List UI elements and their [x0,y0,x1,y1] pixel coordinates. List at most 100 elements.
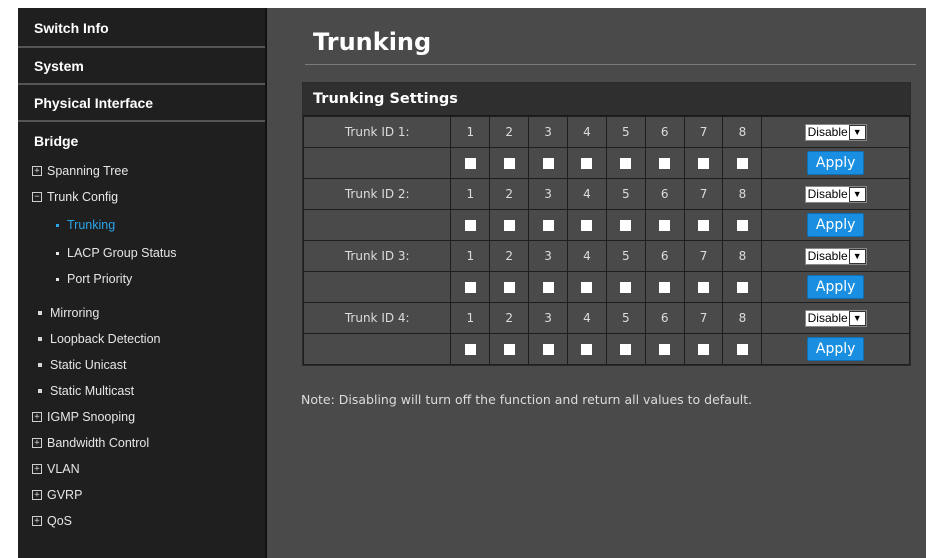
trunk-mode-select[interactable]: Disable ▼ [804,247,867,265]
port-checkbox[interactable] [659,158,671,169]
sidebar-item-qos[interactable]: + QoS [18,508,265,534]
apply-cell: Apply [761,333,910,365]
port-checkbox[interactable] [542,220,554,231]
port-checkbox[interactable] [620,220,632,231]
port-checkbox-cell [528,147,569,179]
port-checkbox[interactable] [503,282,515,293]
port-checkbox[interactable] [581,282,593,293]
sidebar-item-label: Trunk Config [47,190,119,204]
sidebar-item-label: Trunking [67,218,116,232]
port-number: 3 [528,178,569,210]
bullet-icon [56,277,59,281]
port-checkbox[interactable] [698,220,710,231]
port-checkbox[interactable] [464,282,476,293]
port-checkbox[interactable] [464,344,476,355]
trunk-mode-select[interactable]: Disable ▼ [804,185,867,203]
trunking-table: Trunk ID 1: 1 2 3 4 5 6 7 8 Disable ▼ Apply Trunk ID… [302,116,910,365]
apply-button[interactable]: Apply [806,213,865,237]
plus-box-icon: + [32,490,42,500]
trunk-port-row: Trunk ID 4: 1 2 3 4 5 6 7 8 Disable ▼ [302,302,910,334]
sidebar-item-mirroring[interactable]: Mirroring [18,300,265,326]
port-checkbox-cell [450,271,491,303]
port-number: 1 [450,240,491,272]
trunk-mode-value: Disable [807,249,848,263]
port-checkbox[interactable] [581,158,593,169]
sidebar-item-trunk-config[interactable]: − Trunk Config [18,184,265,210]
port-number: 8 [722,302,763,334]
sidebar-item-gvrp[interactable]: + GVRP [18,482,265,508]
sidebar-section-system[interactable]: System [18,48,265,85]
sidebar-item-loopback-detection[interactable]: Loopback Detection [18,326,265,352]
apply-cell: Apply [761,271,910,303]
sidebar-item-static-unicast[interactable]: Static Unicast [18,352,265,378]
trunk-mode-select[interactable]: Disable ▼ [804,309,867,327]
port-checkbox[interactable] [503,220,515,231]
port-checkbox[interactable] [542,344,554,355]
port-checkbox[interactable] [620,158,632,169]
port-checkbox[interactable] [736,220,748,231]
apply-cell: Apply [761,209,910,241]
port-checkbox[interactable] [736,282,748,293]
trunk-mode-select[interactable]: Disable ▼ [804,123,867,141]
port-checkbox[interactable] [659,220,671,231]
trunk-mode-cell: Disable ▼ [761,116,910,148]
port-checkbox-cell [605,271,646,303]
apply-button[interactable]: Apply [806,151,865,175]
port-checkbox-cell [528,209,569,241]
bullet-icon [38,311,42,315]
port-checkbox[interactable] [736,158,748,169]
apply-button[interactable]: Apply [806,337,865,361]
port-checkbox[interactable] [698,344,710,355]
port-number: 6 [644,178,685,210]
port-number: 2 [489,240,530,272]
sidebar-item-label: Static Multicast [50,384,135,398]
port-checkbox[interactable] [464,220,476,231]
port-number: 1 [450,116,491,148]
sidebar-item-static-multicast[interactable]: Static Multicast [18,378,265,404]
apply-button[interactable]: Apply [806,275,865,299]
port-checkbox-cell [644,147,685,179]
port-checkbox-cell [644,271,685,303]
trunk-checkbox-row: Apply [302,147,910,179]
sidebar-item-spanning-tree[interactable]: + Spanning Tree [18,158,265,184]
port-checkbox[interactable] [659,282,671,293]
sidebar-item-igmp-snooping[interactable]: + IGMP Snooping [18,404,265,430]
port-checkbox-cell [605,147,646,179]
port-checkbox-cell [644,209,685,241]
port-checkbox[interactable] [581,220,593,231]
port-checkbox[interactable] [736,344,748,355]
port-checkbox[interactable] [581,344,593,355]
plus-box-icon: + [32,412,42,422]
sidebar-section-switch-info[interactable]: Switch Info [18,8,265,48]
port-number: 6 [644,116,685,148]
sidebar-item-vlan[interactable]: + VLAN [18,456,265,482]
port-checkbox[interactable] [698,158,710,169]
sidebar-item-lacp-group-status[interactable]: LACP Group Status [18,240,265,266]
sidebar-item-bandwidth-control[interactable]: + Bandwidth Control [18,430,265,456]
port-checkbox-cell [567,333,607,365]
port-checkbox[interactable] [659,344,671,355]
port-number: 1 [450,178,491,210]
sidebar-item-trunking[interactable]: Trunking [18,210,265,240]
port-checkbox[interactable] [503,344,515,355]
port-checkbox[interactable] [620,282,632,293]
sidebar-item-label: Port Priority [67,272,133,286]
trunk-id-label: Trunk ID 1: [302,116,452,148]
port-number: 4 [567,178,607,210]
sidebar-section-bridge[interactable]: Bridge [18,124,265,158]
port-checkbox[interactable] [542,282,554,293]
port-checkbox[interactable] [620,344,632,355]
sidebar-item-port-priority[interactable]: Port Priority [18,266,265,292]
port-number: 8 [722,240,763,272]
trunk-id-label: Trunk ID 3: [302,240,452,272]
port-checkbox[interactable] [503,158,515,169]
port-number: 8 [722,178,763,210]
sidebar-section-physical-interface[interactable]: Physical Interface [18,85,265,122]
port-checkbox-cell [605,333,646,365]
port-number: 3 [528,240,569,272]
port-checkbox[interactable] [542,158,554,169]
port-checkbox[interactable] [464,158,476,169]
bullet-icon [38,337,42,341]
sidebar-item-label: QoS [47,514,73,528]
port-checkbox[interactable] [698,282,710,293]
